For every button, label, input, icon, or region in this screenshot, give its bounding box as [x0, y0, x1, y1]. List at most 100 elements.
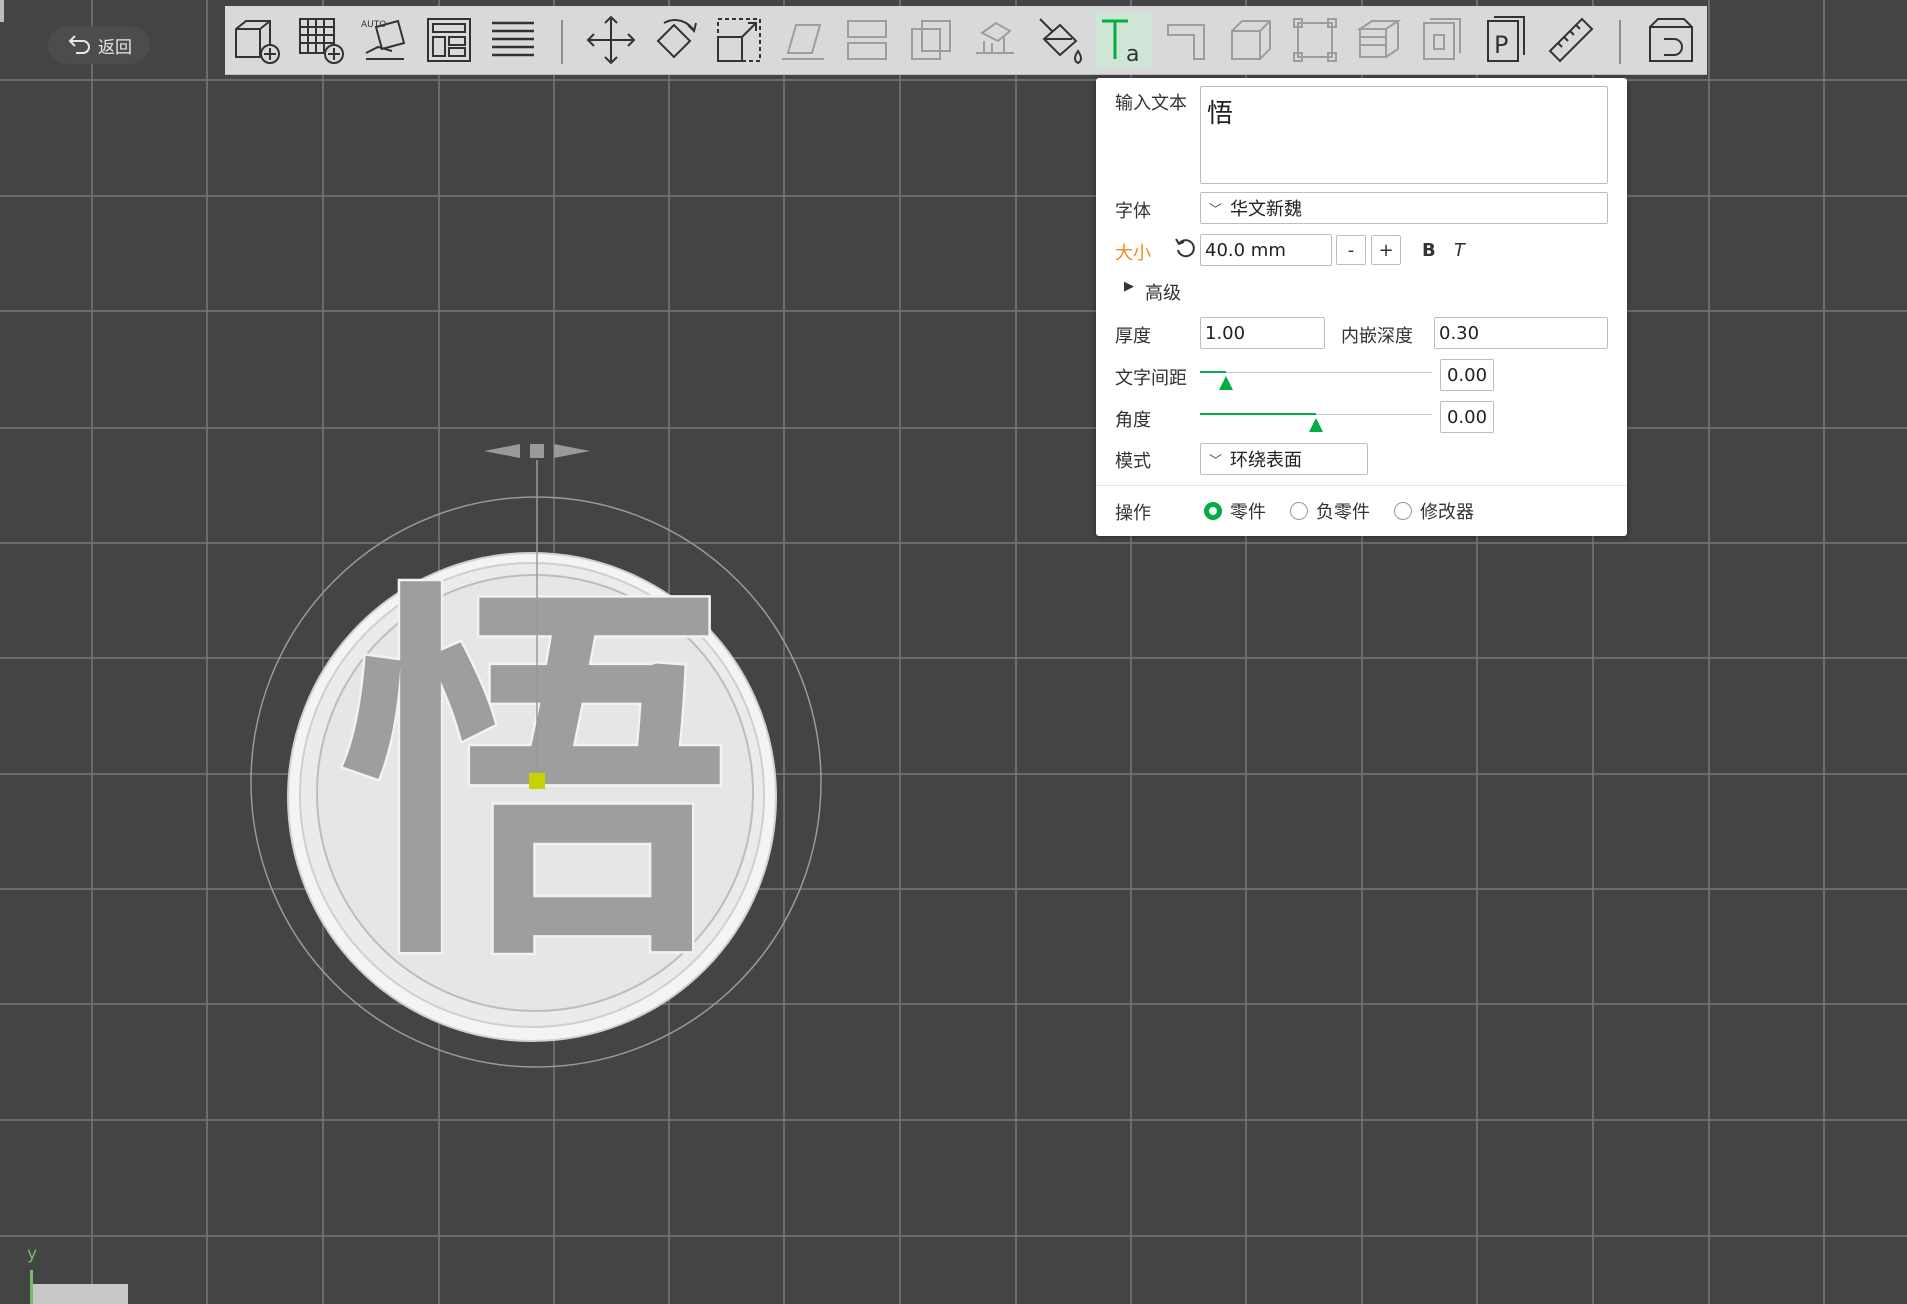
chevron-down-icon: ﹀ — [1209, 453, 1223, 469]
size-label: 大小 — [1115, 243, 1151, 264]
undo-arrow-icon — [68, 35, 90, 54]
slider-thumb[interactable] — [1218, 376, 1233, 390]
move-button[interactable] — [583, 12, 639, 68]
slider-fill — [1200, 413, 1316, 415]
radio-dot — [1204, 502, 1222, 520]
add-plate-button[interactable] — [293, 12, 349, 68]
bold-button[interactable]: B — [1422, 240, 1436, 261]
axis-indicator-bar — [30, 1284, 128, 1304]
brim-icon — [1356, 20, 1402, 58]
slider-fill — [1200, 371, 1226, 373]
brim-button[interactable] — [1351, 12, 1407, 68]
size-decrease-button[interactable]: - — [1336, 235, 1366, 265]
operation-negative-part-radio[interactable]: 负零件 — [1290, 498, 1370, 524]
panel-divider — [1096, 485, 1627, 486]
mode-select[interactable]: ﹀ 环绕表面 — [1200, 443, 1368, 475]
corner-mark — [0, 0, 4, 22]
coin-model[interactable]: 悟 — [250, 444, 822, 1068]
move-icon — [586, 15, 636, 65]
svg-text:a: a — [1126, 42, 1139, 67]
arrange-button[interactable] — [421, 12, 477, 68]
spacing-label: 文字间距 — [1115, 368, 1187, 389]
variable-layer-icon — [1423, 18, 1461, 60]
spacing-slider[interactable] — [1200, 364, 1432, 390]
gizmo-left-arrow-icon[interactable] — [484, 444, 520, 458]
hollow-button[interactable] — [1223, 12, 1279, 68]
operation-part-radio[interactable]: 零件 — [1204, 498, 1266, 524]
reset-icon[interactable] — [1174, 236, 1196, 260]
assemble-button[interactable] — [1287, 12, 1343, 68]
gizmo-center-handle[interactable] — [529, 773, 545, 789]
add-cube-icon — [235, 20, 280, 64]
add-plate-icon — [299, 18, 344, 64]
split-icon — [847, 20, 887, 60]
gizmo-right-arrow-icon[interactable] — [554, 444, 590, 458]
cut-button[interactable] — [903, 12, 959, 68]
radio-label: 修改器 — [1420, 502, 1474, 523]
spacing-input[interactable] — [1440, 359, 1494, 391]
rotate-button[interactable] — [647, 12, 703, 68]
gizmo-handle[interactable] — [530, 444, 544, 458]
layers-button[interactable] — [485, 12, 541, 68]
add-cube-button[interactable] — [229, 12, 285, 68]
advanced-toggle[interactable]: 高级 — [1145, 279, 1181, 305]
assemble-icon — [1293, 18, 1337, 62]
font-label: 字体 — [1115, 201, 1151, 222]
y-axis-label: y — [27, 1244, 38, 1264]
paint-icon — [1039, 18, 1082, 65]
back-button-label: 返回 — [98, 37, 132, 58]
lay-on-face-icon — [782, 24, 824, 60]
text-icon: a — [1102, 19, 1139, 67]
arrange-icon — [427, 18, 471, 62]
mode-label: 模式 — [1115, 451, 1151, 472]
support-button[interactable] — [967, 12, 1023, 68]
text-input[interactable]: 悟 — [1200, 86, 1608, 184]
radio-label: 零件 — [1230, 502, 1266, 523]
split-button[interactable] — [839, 12, 895, 68]
caret-right-icon[interactable]: ▶ — [1124, 279, 1134, 294]
size-increase-button[interactable]: + — [1371, 235, 1401, 265]
size-input[interactable] — [1200, 234, 1332, 266]
text-tool-button[interactable]: a — [1095, 12, 1151, 68]
ruler-button[interactable] — [1543, 12, 1599, 68]
layers-icon — [492, 21, 534, 57]
svg-text:P: P — [1494, 31, 1508, 59]
rotate-icon — [656, 19, 697, 59]
y-axis-marker — [30, 1270, 33, 1304]
radio-label: 负零件 — [1316, 502, 1370, 523]
scale-icon — [717, 18, 761, 62]
thickness-label: 厚度 — [1115, 326, 1151, 347]
assembly-view-button[interactable] — [1643, 12, 1699, 68]
operation-label: 操作 — [1115, 503, 1151, 524]
assembly-view-icon — [1649, 18, 1693, 62]
lay-on-face-button[interactable] — [775, 12, 831, 68]
embed-depth-label: 内嵌深度 — [1341, 326, 1413, 347]
hollow-icon — [1231, 20, 1271, 60]
slider-track — [1200, 372, 1432, 373]
operation-modifier-radio[interactable]: 修改器 — [1394, 498, 1474, 524]
font-select-value: 华文新魏 — [1230, 199, 1303, 220]
back-button[interactable]: 返回 — [48, 26, 150, 64]
font-select[interactable]: ﹀ 华文新魏 — [1200, 192, 1608, 224]
cut-icon — [911, 20, 951, 60]
input-text-label: 输入文本 — [1115, 93, 1187, 114]
measure-button[interactable] — [1159, 12, 1215, 68]
angle-slider[interactable] — [1200, 406, 1432, 432]
angle-label: 角度 — [1115, 410, 1151, 431]
toolbar-separator — [561, 20, 563, 64]
auto-orient-button[interactable]: AUTO — [357, 12, 413, 68]
radio-dot — [1290, 502, 1308, 520]
embed-depth-input[interactable] — [1434, 317, 1608, 349]
mode-select-value: 环绕表面 — [1230, 450, 1303, 471]
support-icon — [976, 21, 1014, 54]
scale-button[interactable] — [711, 12, 767, 68]
slider-thumb[interactable] — [1309, 418, 1323, 432]
angle-input[interactable] — [1440, 401, 1494, 433]
measure-icon — [1167, 24, 1205, 60]
paint-button[interactable] — [1031, 12, 1087, 68]
variable-layer-button[interactable] — [1415, 12, 1471, 68]
thickness-input[interactable] — [1200, 317, 1325, 349]
italic-button[interactable]: T — [1454, 240, 1465, 261]
auto-orient-icon: AUTO — [361, 19, 406, 60]
page-button[interactable]: P — [1479, 12, 1535, 68]
